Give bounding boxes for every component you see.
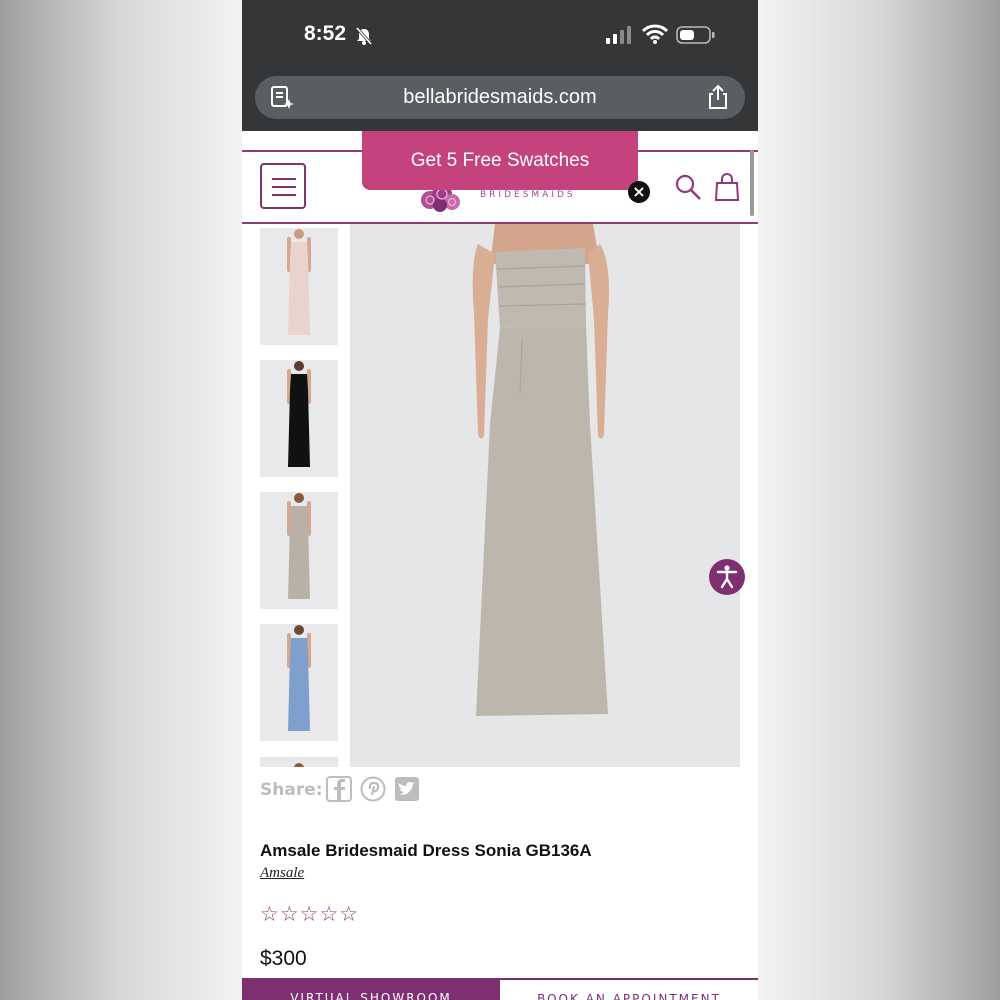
- scrollbar[interactable]: [750, 150, 754, 216]
- dress-image: [260, 492, 338, 609]
- dress-image: [260, 762, 338, 767]
- free-swatches-button[interactable]: Get 5 Free Swatches: [362, 131, 638, 190]
- wifi-icon: [642, 24, 668, 44]
- cellular-signal-icon: [606, 26, 631, 44]
- dress-model-image: [350, 224, 740, 767]
- address-bar[interactable]: bellabridesmaids.com: [255, 76, 745, 119]
- virtual-showroom-button[interactable]: VIRTUAL SHOWROOM: [242, 978, 500, 1000]
- battery-icon: [676, 26, 715, 44]
- dress-image: [260, 360, 338, 477]
- thumbnail-blue-dress[interactable]: [260, 624, 338, 741]
- dress-image: [260, 228, 338, 345]
- thumbnail-black-dress[interactable]: [260, 360, 338, 477]
- pinterest-icon[interactable]: [360, 776, 386, 802]
- silent-bell-icon: [355, 27, 373, 45]
- dress-image: [260, 624, 338, 741]
- url-text: bellabridesmaids.com: [403, 86, 597, 108]
- product-price: $300: [260, 947, 307, 970]
- twitter-icon[interactable]: [394, 776, 420, 802]
- phone-screen: 8:52 bellabridesmaids.com BRIDESMAIDS Ge…: [242, 0, 758, 1000]
- status-time: 8:52: [304, 22, 347, 45]
- facebook-icon[interactable]: [326, 776, 352, 802]
- thumbnail-taupe-dress[interactable]: [260, 492, 338, 609]
- thumbnail-partial[interactable]: [260, 757, 338, 767]
- rating-stars[interactable]: ☆☆☆☆☆: [260, 902, 359, 926]
- thumbnail-pink-dress[interactable]: [260, 228, 338, 345]
- close-promo-icon[interactable]: ×: [628, 181, 650, 203]
- accessibility-button[interactable]: [709, 559, 745, 595]
- browser-chrome: 8:52 bellabridesmaids.com: [242, 0, 758, 131]
- search-icon[interactable]: [674, 173, 702, 201]
- book-appointment-button[interactable]: BOOK AN APPOINTMENT: [500, 978, 758, 1000]
- product-title: Amsale Bridesmaid Dress Sonia GB136A: [260, 841, 592, 860]
- share-label: Share:: [260, 780, 323, 800]
- brand-link[interactable]: Amsale: [260, 865, 304, 882]
- shopping-bag-icon[interactable]: [714, 172, 740, 202]
- logo-text[interactable]: BRIDESMAIDS: [480, 190, 576, 200]
- main-product-image[interactable]: [350, 224, 740, 767]
- share-icon[interactable]: [705, 84, 731, 110]
- accessibility-icon: [716, 565, 738, 589]
- hamburger-menu-button[interactable]: [260, 163, 306, 209]
